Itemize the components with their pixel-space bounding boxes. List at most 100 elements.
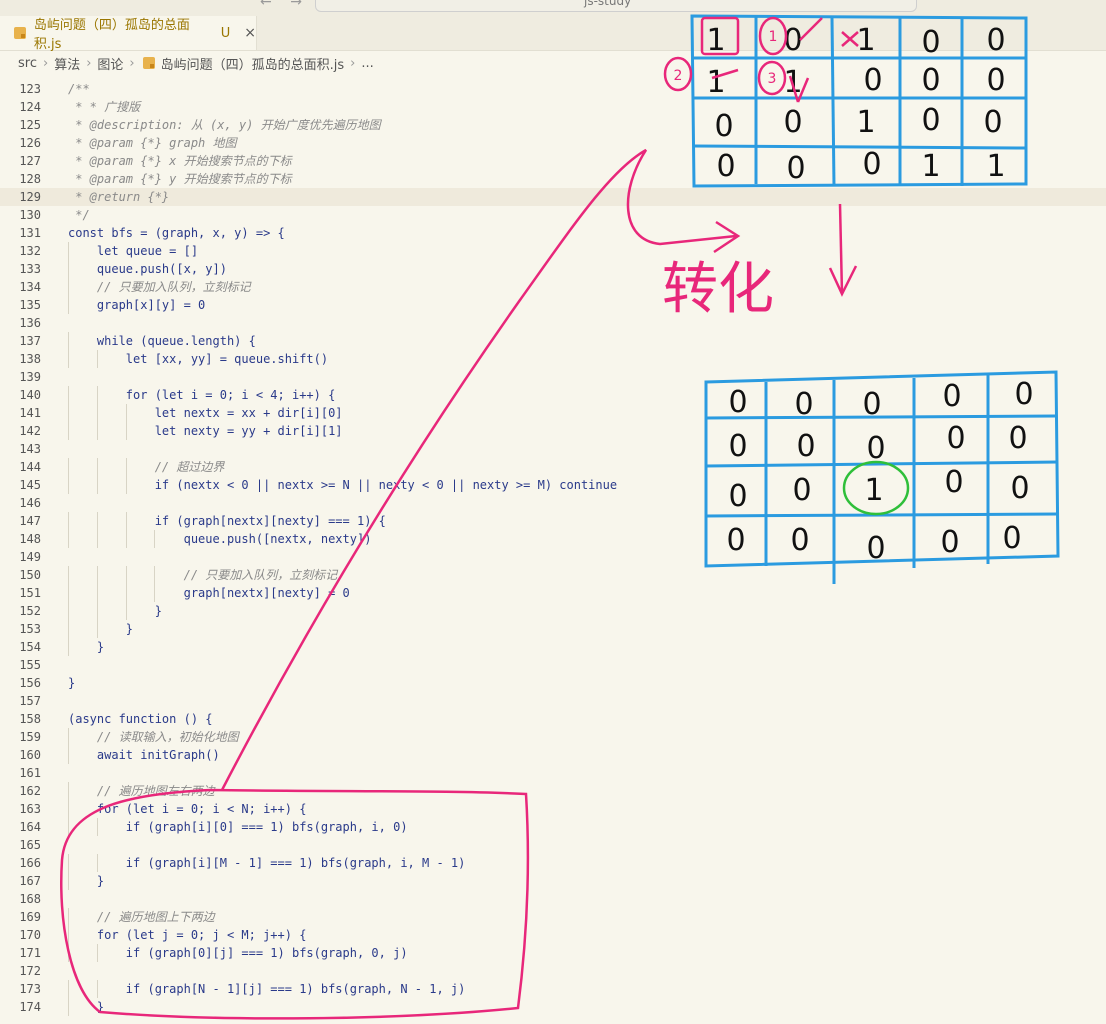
code-line[interactable]: 157 bbox=[0, 692, 1106, 710]
code-line[interactable]: 141 let nextx = xx + dir[i][0] bbox=[0, 404, 1106, 422]
line-number: 150 bbox=[19, 568, 41, 582]
code-line[interactable]: 163 for (let i = 0; i < N; i++) { bbox=[0, 800, 1106, 818]
code-line[interactable]: 171 if (graph[0][j] === 1) bfs(graph, 0,… bbox=[0, 944, 1106, 962]
code-text: } bbox=[68, 676, 76, 690]
code-line[interactable]: 128 * @param {*} y 开始搜索节点的下标 bbox=[0, 170, 1106, 188]
code-line[interactable]: 158 (async function () { bbox=[0, 710, 1106, 728]
back-arrow-icon[interactable]: ← bbox=[260, 0, 272, 10]
breadcrumb-item-src[interactable]: src bbox=[18, 56, 37, 71]
code-line[interactable]: 129 * @return {*} bbox=[0, 188, 1106, 206]
line-number: 125 bbox=[19, 118, 41, 132]
code-line[interactable]: 162 // 遍历地图左右两边 bbox=[0, 782, 1106, 800]
line-number: 169 bbox=[19, 910, 41, 924]
breadcrumb-item-graph[interactable]: 图论 bbox=[97, 54, 123, 73]
code-text: let queue = [] bbox=[68, 244, 199, 258]
code-line[interactable]: 166 if (graph[i][M - 1] === 1) bfs(graph… bbox=[0, 854, 1106, 872]
code-line[interactable]: 144 // 超过边界 bbox=[0, 458, 1106, 476]
code-line[interactable]: 133 queue.push([x, y]) bbox=[0, 260, 1106, 278]
code-line[interactable]: 131 const bfs = (graph, x, y) => { bbox=[0, 224, 1106, 242]
line-number: 148 bbox=[19, 532, 41, 546]
code-line[interactable]: 169 // 遍历地图上下两边 bbox=[0, 908, 1106, 926]
code-line[interactable]: 159 // 读取输入，初始化地图 bbox=[0, 728, 1106, 746]
chevron-right-icon: › bbox=[129, 55, 135, 71]
code-text: for (let i = 0; i < 4; i++) { bbox=[68, 388, 336, 402]
code-line[interactable]: 160 await initGraph() bbox=[0, 746, 1106, 764]
code-line[interactable]: 150 // 只要加入队列，立刻标记 bbox=[0, 566, 1106, 584]
code-editor[interactable]: 123/** 124 * * 广搜版 125 * @description: 从 (… bbox=[0, 80, 1106, 1016]
line-number: 123 bbox=[19, 82, 41, 96]
code-line[interactable]: 148 queue.push([nextx, nexty]) bbox=[0, 530, 1106, 548]
code-text: if (graph[0][j] === 1) bfs(graph, 0, j) bbox=[68, 946, 408, 960]
breadcrumb-item-file[interactable]: 岛屿问题（四）孤岛的总面积.js bbox=[161, 54, 345, 73]
code-line[interactable]: 147 if (graph[nextx][nexty] === 1) { bbox=[0, 512, 1106, 530]
line-number: 140 bbox=[19, 388, 41, 402]
code-line[interactable]: 170 for (let j = 0; j < M; j++) { bbox=[0, 926, 1106, 944]
code-line[interactable]: 173 if (graph[N - 1][j] === 1) bfs(graph… bbox=[0, 980, 1106, 998]
line-number: 153 bbox=[19, 622, 41, 636]
code-line[interactable]: 146 bbox=[0, 494, 1106, 512]
code-line[interactable]: 145 if (nextx < 0 || nextx >= N || nexty… bbox=[0, 476, 1106, 494]
code-line[interactable]: 172 bbox=[0, 962, 1106, 980]
code-line[interactable]: 123 /** bbox=[0, 80, 1106, 98]
line-number: 146 bbox=[19, 496, 41, 510]
code-line[interactable]: 154 } bbox=[0, 638, 1106, 656]
code-text: if (graph[i][M - 1] === 1) bfs(graph, i,… bbox=[68, 856, 466, 870]
code-line[interactable]: 156} bbox=[0, 674, 1106, 692]
code-line[interactable]: 167 } bbox=[0, 872, 1106, 890]
code-line[interactable]: 136 bbox=[0, 314, 1106, 332]
editor-tab-active[interactable]: 岛屿问题（四）孤岛的总面积.js U × bbox=[0, 16, 257, 52]
code-text: queue.push([x, y]) bbox=[68, 262, 227, 276]
close-icon[interactable]: × bbox=[244, 25, 256, 41]
breadcrumb-item-more[interactable]: ... bbox=[361, 56, 373, 71]
forward-arrow-icon[interactable]: → bbox=[290, 0, 302, 10]
code-line[interactable]: 130 */ bbox=[0, 206, 1106, 224]
code-line[interactable]: 153 } bbox=[0, 620, 1106, 638]
code-line[interactable]: 139 bbox=[0, 368, 1106, 386]
code-text: * * 广搜版 bbox=[68, 100, 141, 114]
code-line[interactable]: 143 bbox=[0, 440, 1106, 458]
code-text: graph[nextx][nexty] = 0 bbox=[68, 586, 350, 600]
line-number: 133 bbox=[19, 262, 41, 276]
code-line[interactable]: 164 if (graph[i][0] === 1) bfs(graph, i,… bbox=[0, 818, 1106, 836]
line-number: 163 bbox=[19, 802, 41, 816]
code-line[interactable]: 152 } bbox=[0, 602, 1106, 620]
code-line[interactable]: 155 bbox=[0, 656, 1106, 674]
chevron-right-icon: › bbox=[86, 55, 92, 71]
code-line[interactable]: 125 * @description: 从 (x, y) 开始广度优先遍历地图 bbox=[0, 116, 1106, 134]
code-text: } bbox=[68, 1000, 105, 1014]
code-line[interactable]: 124 * * 广搜版 bbox=[0, 98, 1106, 116]
code-line[interactable]: 138 let [xx, yy] = queue.shift() bbox=[0, 350, 1106, 368]
code-line[interactable]: 126 * @param {*} graph 地图 bbox=[0, 134, 1106, 152]
code-line[interactable]: 127 * @param {*} x 开始搜索节点的下标 bbox=[0, 152, 1106, 170]
line-number: 143 bbox=[19, 442, 41, 456]
code-line[interactable]: 149 bbox=[0, 548, 1106, 566]
code-line[interactable]: 151 graph[nextx][nexty] = 0 bbox=[0, 584, 1106, 602]
code-text: // 读取输入，初始化地图 bbox=[68, 730, 239, 744]
code-line[interactable]: 140 for (let i = 0; i < 4; i++) { bbox=[0, 386, 1106, 404]
window-title: js-study bbox=[584, 0, 632, 8]
code-text: for (let j = 0; j < M; j++) { bbox=[68, 928, 307, 942]
code-line[interactable]: 135 graph[x][y] = 0 bbox=[0, 296, 1106, 314]
code-line[interactable]: 174 } bbox=[0, 998, 1106, 1016]
line-number: 130 bbox=[19, 208, 41, 222]
line-number: 138 bbox=[19, 352, 41, 366]
code-line[interactable]: 137 while (queue.length) { bbox=[0, 332, 1106, 350]
code-text: if (graph[N - 1][j] === 1) bfs(graph, N … bbox=[68, 982, 466, 996]
code-line[interactable]: 161 bbox=[0, 764, 1106, 782]
code-line[interactable]: 134 // 只要加入队列，立刻标记 bbox=[0, 278, 1106, 296]
code-text: // 只要加入队列，立刻标记 bbox=[68, 568, 338, 582]
line-number: 164 bbox=[19, 820, 41, 834]
breadcrumb-item-algorithm[interactable]: 算法 bbox=[54, 54, 80, 73]
code-text: } bbox=[68, 640, 105, 654]
code-line[interactable]: 168 bbox=[0, 890, 1106, 908]
code-line[interactable]: 142 let nexty = yy + dir[i][1] bbox=[0, 422, 1106, 440]
line-number: 128 bbox=[19, 172, 41, 186]
code-line[interactable]: 165 bbox=[0, 836, 1106, 854]
code-text: graph[x][y] = 0 bbox=[68, 298, 206, 312]
code-text: const bfs = (graph, x, y) => { bbox=[68, 226, 285, 240]
line-number: 145 bbox=[19, 478, 41, 492]
code-text: if (graph[nextx][nexty] === 1) { bbox=[68, 514, 386, 528]
editor-tab-bar: 岛屿问题（四）孤岛的总面积.js U × bbox=[0, 16, 1106, 52]
line-number: 129 bbox=[19, 190, 41, 204]
code-line[interactable]: 132 let queue = [] bbox=[0, 242, 1106, 260]
